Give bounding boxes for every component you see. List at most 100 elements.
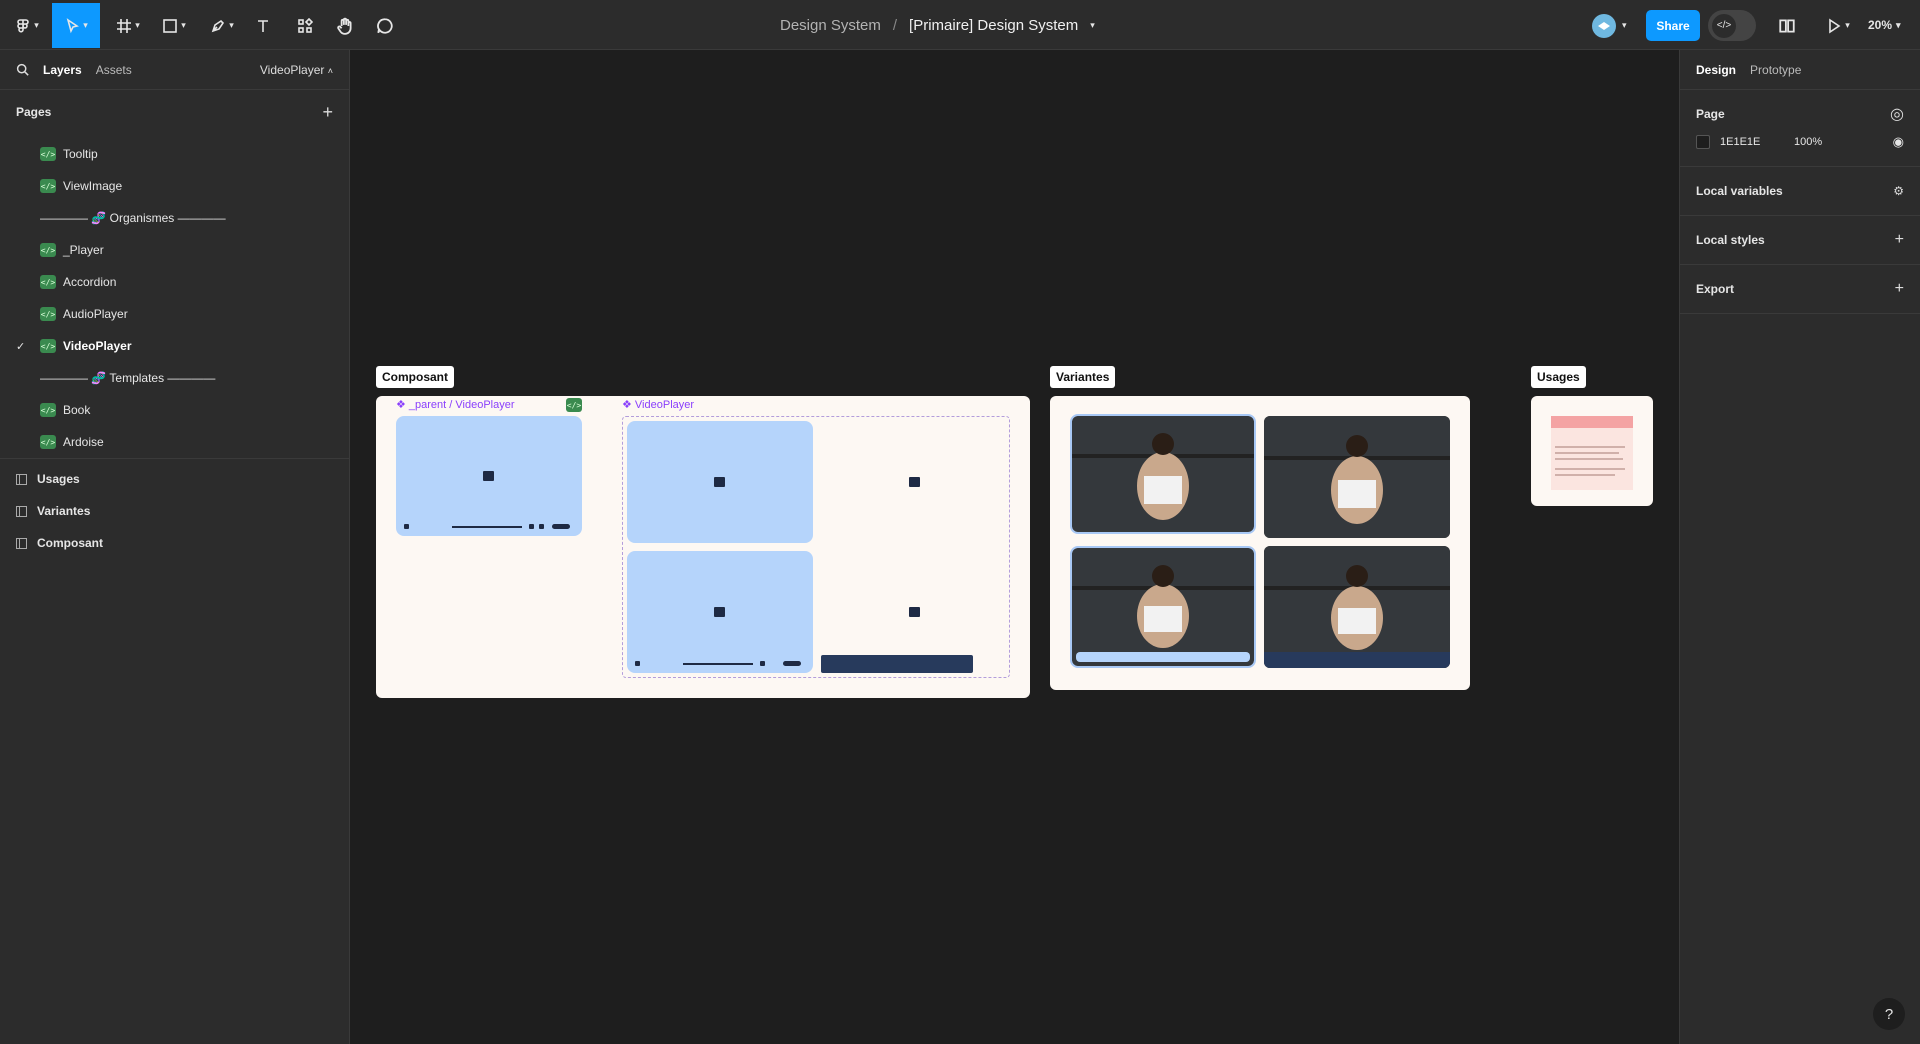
local-styles-section: Local styles +	[1680, 216, 1920, 265]
page-item-organismes-separator[interactable]: ———— 🧬 Organismes ————	[0, 202, 349, 234]
page-item-book[interactable]: </> Book	[0, 394, 349, 426]
component-set-container[interactable]	[622, 416, 1010, 678]
search-icon[interactable]	[16, 63, 29, 76]
frame-label-variantes[interactable]: Variantes	[1050, 366, 1116, 388]
usage-text-line	[1555, 468, 1625, 470]
chevron-down-icon: ▾	[181, 20, 186, 30]
local-styles-heading: Local styles	[1696, 233, 1765, 247]
avatar[interactable]	[1592, 14, 1616, 38]
present-button[interactable]: ▾	[1818, 3, 1858, 48]
code-icon: </>	[40, 243, 56, 257]
athlete-photo	[1264, 416, 1450, 538]
hand-icon	[337, 17, 352, 35]
fullscreen-icon	[539, 524, 544, 529]
comment-icon	[377, 17, 393, 34]
share-button[interactable]: Share	[1646, 10, 1700, 41]
image-icon	[483, 471, 494, 481]
video-player-parent[interactable]	[396, 416, 582, 536]
user-avatar-icon	[1598, 22, 1610, 30]
page-fill-opacity[interactable]: 100%	[1794, 136, 1822, 148]
chevron-down-icon[interactable]: ▾	[1090, 20, 1095, 31]
resources-button[interactable]	[292, 3, 318, 48]
text-icon	[258, 19, 268, 32]
video-player-variant-1[interactable]	[627, 421, 813, 543]
tab-assets[interactable]: Assets	[96, 63, 132, 77]
help-button[interactable]: ?	[1873, 998, 1905, 1030]
variant-photo-2[interactable]	[1264, 416, 1450, 538]
page-item-ardoise[interactable]: </> Ardoise	[0, 426, 349, 458]
layer-item-composant[interactable]: Composant	[0, 527, 349, 559]
frame-label-usages[interactable]: Usages	[1531, 366, 1586, 388]
library-button[interactable]	[1774, 3, 1800, 48]
layer-item-variantes[interactable]: Variantes	[0, 495, 349, 527]
layer-label: Composant	[37, 536, 103, 550]
layer-item-usages[interactable]: Usages	[0, 463, 349, 495]
page-fill-hex[interactable]: 1E1E1E	[1720, 136, 1794, 148]
code-icon: </>	[40, 147, 56, 161]
component-title-parent[interactable]: ❖ _parent / VideoPlayer	[396, 398, 515, 411]
frame-composant[interactable]: ❖ _parent / VideoPlayer </> ❖ VideoPlaye…	[376, 396, 1030, 698]
shape-tool-button[interactable]: ▾	[156, 3, 192, 48]
page-item-player[interactable]: </> _Player	[0, 234, 349, 266]
text-tool-button[interactable]	[250, 3, 276, 48]
variant-photo-3[interactable]	[1070, 546, 1256, 668]
hand-tool-button[interactable]	[332, 3, 358, 48]
page-settings-icon[interactable]: ◎	[1890, 104, 1904, 124]
page-item-templates-separator[interactable]: ———— 🧬 Templates ————	[0, 362, 349, 394]
frame-tool-button[interactable]: ▾	[110, 3, 146, 48]
pen-icon	[211, 19, 225, 32]
settings-icon	[760, 661, 765, 666]
rectangle-icon	[163, 18, 178, 33]
progress-track	[683, 663, 753, 665]
page-item-tooltip[interactable]: </> Tooltip	[0, 138, 349, 170]
code-icon: </>	[40, 307, 56, 321]
pen-tool-button[interactable]: ▾	[204, 3, 240, 48]
resources-icon	[298, 17, 313, 33]
toggle-icon	[552, 524, 570, 529]
component-title-set[interactable]: ❖ VideoPlayer	[622, 398, 694, 411]
video-controls-dark	[821, 655, 973, 673]
frame-variantes[interactable]	[1050, 396, 1470, 690]
settings-icon	[529, 524, 534, 529]
dev-mode-toggle[interactable]: </>	[1708, 10, 1756, 41]
variant-photo-1[interactable]	[1070, 414, 1256, 534]
zoom-control[interactable]: 20% ▾	[1868, 0, 1901, 50]
eye-icon[interactable]: ◉	[1893, 134, 1904, 150]
athlete-photo	[1072, 548, 1254, 666]
tab-prototype[interactable]: Prototype	[1750, 63, 1801, 77]
local-variables-heading[interactable]: Local variables	[1696, 184, 1783, 198]
page-label: ViewImage	[63, 179, 123, 193]
video-player-variant-2[interactable]	[627, 551, 813, 673]
toggle-icon	[783, 661, 801, 666]
file-title[interactable]: [Primaire] Design System	[909, 17, 1078, 34]
page-item-accordion[interactable]: </> Accordion	[0, 266, 349, 298]
layers-list: Usages Variantes Composant	[0, 458, 349, 559]
code-icon: </>	[40, 339, 56, 353]
code-icon: </>	[1712, 13, 1736, 38]
breadcrumb-project[interactable]: Design System	[780, 17, 881, 34]
page-color-swatch[interactable]	[1696, 135, 1710, 149]
add-export-icon[interactable]: +	[1895, 280, 1904, 298]
current-page-selector[interactable]: VideoPlayer ˄	[260, 63, 333, 77]
add-page-icon[interactable]: +	[322, 102, 333, 123]
chevron-down-icon[interactable]: ▾	[1622, 20, 1627, 31]
left-panel-tabs: Layers Assets VideoPlayer ˄	[0, 50, 349, 90]
pages-list: </> Tooltip </> ViewImage ———— 🧬 Organisme…	[0, 134, 349, 458]
variant-photo-4[interactable]	[1264, 546, 1450, 668]
move-tool-button[interactable]: ▾	[52, 3, 100, 48]
frame-label-composant[interactable]: Composant	[376, 366, 454, 388]
frame-usages[interactable]	[1531, 396, 1653, 506]
page-item-videoplayer[interactable]: ✓ </> VideoPlayer	[0, 330, 349, 362]
image-icon	[909, 607, 920, 617]
comment-tool-button[interactable]	[372, 3, 398, 48]
page-item-audioplayer[interactable]: </> AudioPlayer	[0, 298, 349, 330]
page-item-viewimage[interactable]: </> ViewImage	[0, 170, 349, 202]
tab-design[interactable]: Design	[1696, 63, 1736, 77]
page-fill-row[interactable]: 1E1E1E 100% ◉	[1696, 130, 1904, 154]
tab-layers[interactable]: Layers	[43, 63, 82, 77]
add-style-icon[interactable]: +	[1895, 231, 1904, 249]
page-label: AudioPlayer	[63, 307, 128, 321]
canvas[interactable]: Composant ❖ _parent / VideoPlayer </> ❖ …	[350, 50, 1679, 1044]
main-menu-button[interactable]: ▾	[10, 3, 44, 48]
variables-icon[interactable]: ⚙	[1893, 184, 1904, 198]
